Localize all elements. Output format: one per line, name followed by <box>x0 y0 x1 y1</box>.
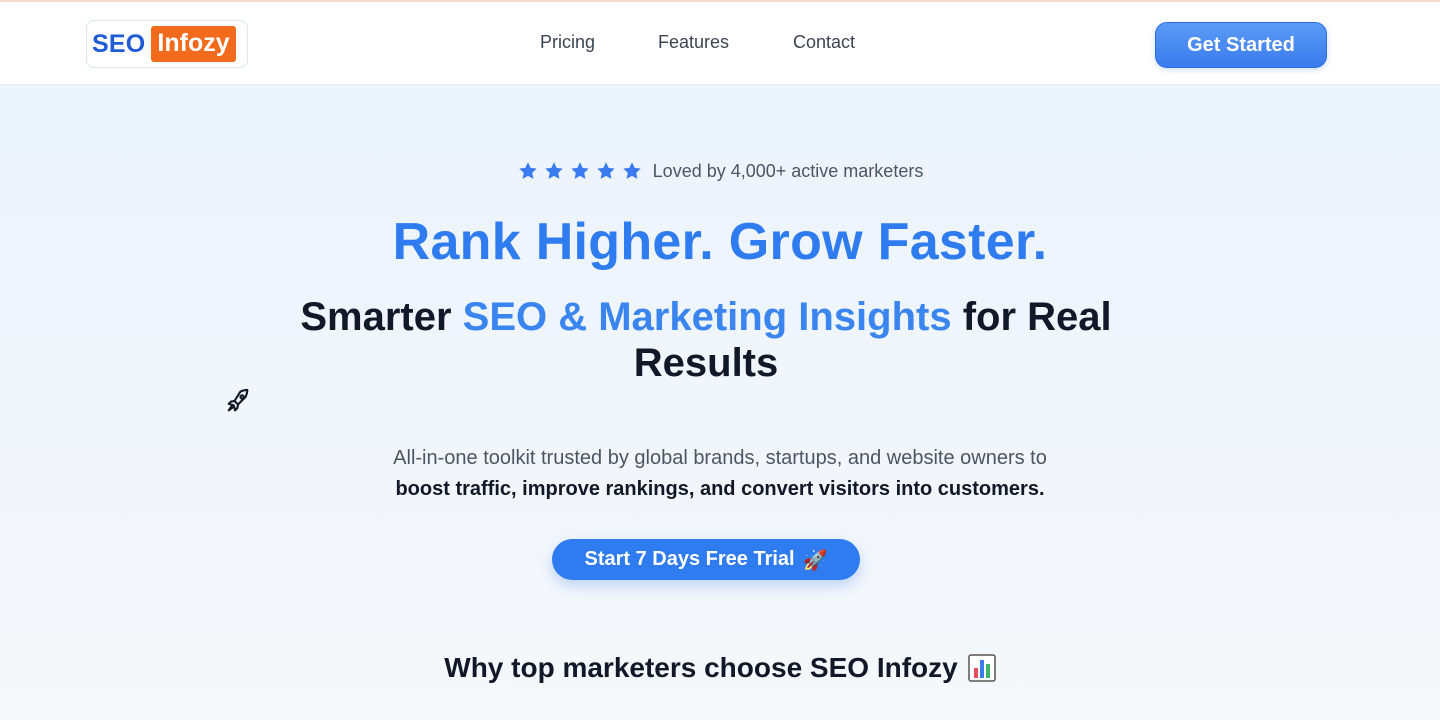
rating-bar: Loved by 4,000+ active marketers <box>0 158 1440 184</box>
hero-description: All-in-one toolkit trusted by global bra… <box>0 443 1440 505</box>
rocket-icon <box>224 387 252 415</box>
rating-text: Loved by 4,000+ active marketers <box>652 160 924 181</box>
start-free-trial-button[interactable]: Start 7 Days Free Trial 🚀 <box>552 539 860 580</box>
bar-chart-icon <box>967 654 996 682</box>
subtitle-highlight: SEO & Marketing Insights <box>462 295 952 339</box>
desc-line2: boost traffic, improve rankings, and con… <box>395 478 1045 500</box>
star-icon <box>517 160 539 182</box>
nav-link-contact[interactable]: Contact <box>793 32 855 53</box>
star-icon <box>595 160 617 182</box>
why-section-heading: Why top marketers choose SEO Infozy <box>0 652 1440 684</box>
get-started-button[interactable]: Get Started <box>1155 22 1327 68</box>
nav-link-pricing[interactable]: Pricing <box>540 32 595 53</box>
site-header: SEO Infozy Pricing Features Contact Get … <box>0 2 1440 85</box>
star-icon <box>569 160 591 182</box>
why-heading-text: Why top marketers choose SEO Infozy <box>444 652 958 683</box>
nav-link-features[interactable]: Features <box>658 32 729 53</box>
trial-button-label: Start 7 Days Free Trial <box>584 548 795 570</box>
star-icon <box>543 160 565 182</box>
hero-subtitle: Smarter SEO & Marketing Insights for Rea… <box>270 294 1142 386</box>
hero-title: Rank Higher. Grow Faster. <box>392 213 1048 271</box>
subtitle-pre: Smarter <box>300 295 463 339</box>
star-rating <box>517 160 643 182</box>
rocket-emoji-icon: 🚀 <box>802 547 828 572</box>
star-icon <box>621 160 643 182</box>
desc-line1: All-in-one toolkit trusted by global bra… <box>393 447 1047 469</box>
